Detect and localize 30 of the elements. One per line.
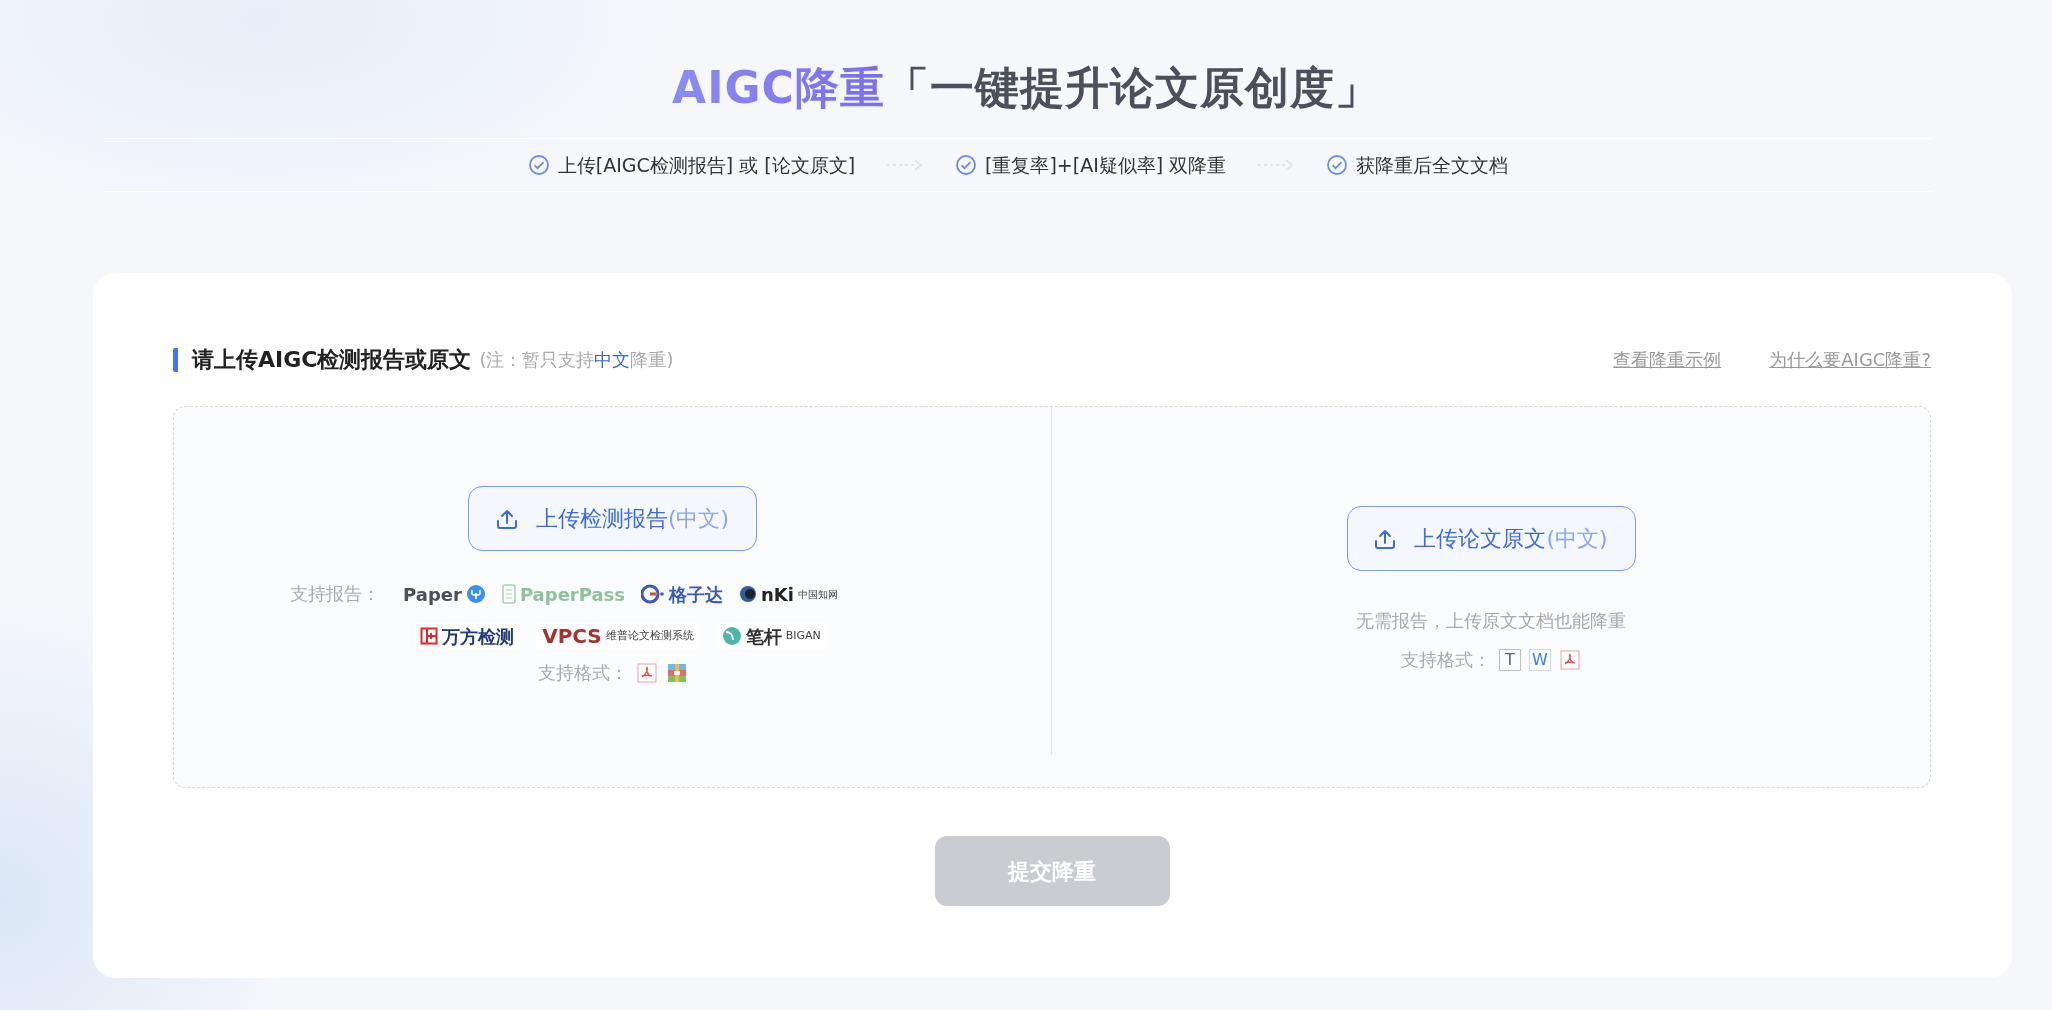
upload-icon [1374,527,1397,550]
help-link[interactable]: 查看降重示例 [1613,346,1722,373]
step-label: 上传[AIGC检测报告] 或 [论文原文] [557,152,856,178]
report-logo: Paper [403,581,486,607]
check-circle-icon [1326,154,1349,176]
word-file-icon: W [1529,648,1551,671]
hint-text: 无需报告，上传原文文档也能降重 [1356,609,1626,633]
report-logo: 笔杆 BIGAN [715,623,827,649]
upload-button[interactable]: 上传检测报告(中文) [468,486,757,551]
upload-icon [495,507,518,530]
formats-label: 支持格式： [537,661,628,685]
pdf-icon [635,661,658,684]
report-logo: PaperPass [501,581,625,607]
note-text: (注：暂只支持中文降重) [479,348,674,372]
report-logo: 万方检测 [414,623,521,649]
check-circle-icon [527,154,550,176]
txt-file-icon: T [1499,648,1521,671]
archive-icon [665,661,688,684]
upload-button[interactable]: 上传论文原文(中文) [1346,506,1636,571]
step-label: [重复率]+[AI疑似率] 双降重 [985,152,1227,178]
reports-label: 支持报告： [289,582,380,606]
pdf-icon [1559,648,1581,671]
report-logo: nKi 中国知网 [739,581,838,607]
report-logo: 格子达 [641,581,723,607]
section-heading: 请上传AIGC检测报告或原文 [173,347,472,372]
step-label: 获降重后全文文档 [1356,152,1509,178]
help-link[interactable]: 为什么要AIGC降重? [1769,346,1931,373]
formats-label: 支持格式： [1401,648,1491,672]
check-circle-icon [955,154,978,176]
page-title: AIGC降重「一键提升论文原创度」 [671,61,1381,115]
